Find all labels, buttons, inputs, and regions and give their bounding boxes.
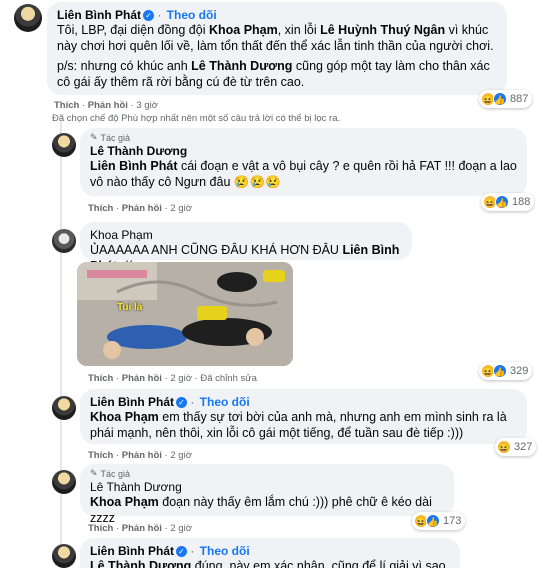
separator-dot: · <box>187 544 198 558</box>
mention-link[interactable]: Khoa Phạm <box>209 23 278 37</box>
like-button[interactable]: Thích <box>54 100 79 111</box>
comment-author[interactable]: Khoa Phạm <box>90 228 402 242</box>
author-badge: ✎ Tác giả <box>90 132 131 143</box>
comment-actions: Thích · Phản hồi · 2 giờ <box>88 203 192 214</box>
timestamp[interactable]: 2 giờ <box>170 373 192 384</box>
reaction-count[interactable]: 😆 327 <box>495 438 537 456</box>
mention-link[interactable]: Khoa Phạm <box>90 410 159 424</box>
timestamp[interactable]: 2 giờ <box>170 523 192 534</box>
comment-text: Khoa Phạm đoạn này thấy êm lắm chú :))) … <box>90 495 432 525</box>
comment-bubble: Liên Bình Phát ✓ · Theo dõi Khoa Phạm em… <box>80 389 527 444</box>
comment-bubble: Liên Bình Phát ✓ · Theo dõi Tôi, LBP, đạ… <box>47 2 507 95</box>
reaction-count[interactable]: 😆 👍 887 <box>479 90 533 108</box>
comment-actions: Thích · Phản hồi · 3 giờ <box>54 100 158 111</box>
comment-author[interactable]: Liên Bình Phát <box>90 395 174 409</box>
follow-button[interactable]: Theo dõi <box>167 8 217 22</box>
comment-author[interactable]: Liên Bình Phát <box>90 544 174 558</box>
comment-text: Liên Bình Phát cái đoạn e vật a vô bụi c… <box>90 159 517 189</box>
pencil-icon: ✎ <box>90 468 98 478</box>
comment-author[interactable]: Liên Bình Phát <box>57 8 141 22</box>
reply-button[interactable]: Phản hồi <box>88 100 128 111</box>
pencil-icon: ✎ <box>90 132 98 142</box>
reaction-count[interactable]: 😆 👍 329 <box>479 362 533 380</box>
mention-link[interactable]: Lê Thành Dương <box>90 559 191 568</box>
verified-icon: ✓ <box>176 396 187 408</box>
like-button[interactable]: Thích <box>88 373 113 384</box>
mention-link[interactable]: Lê Thành Dương <box>191 59 292 73</box>
like-icon: 👍 <box>493 92 507 106</box>
separator-dot: · <box>187 395 198 409</box>
filter-note: Đã chọn chế độ Phù hợp nhất nên một số c… <box>52 113 341 124</box>
author-badge: ✎ Tác giả <box>90 468 131 479</box>
reply-button[interactable]: Phản hồi <box>122 373 162 384</box>
comment-text: Lê Thành Dương đúng, này em xác nhận, cũ… <box>90 558 450 568</box>
timestamp[interactable]: 2 giờ <box>170 203 192 214</box>
comment-actions: Thích · Phản hồi · 2 giờ · Đã chỉnh sửa <box>88 373 257 384</box>
reaction-count[interactable]: 😆 👍 173 <box>412 512 466 530</box>
reply-button[interactable]: Phản hồi <box>122 523 162 534</box>
comment-photo[interactable]: Tui là <box>77 262 293 366</box>
edited-label: Đã chỉnh sửa <box>200 373 257 384</box>
reply-thread-line <box>60 120 62 568</box>
reply-button[interactable]: Phản hồi <box>122 203 162 214</box>
avatar[interactable] <box>52 133 76 157</box>
comment-actions: Thích · Phản hồi · 2 giờ <box>88 450 192 461</box>
like-icon: 👍 <box>493 364 507 378</box>
timestamp[interactable]: 2 giờ <box>170 450 192 461</box>
photo-caption: Tui là <box>117 302 143 313</box>
mention-link[interactable]: Khoa Phạm <box>90 495 159 509</box>
comment-bubble: ✎ Tác giả Lê Thành Dương Liên Bình Phát c… <box>80 128 527 196</box>
mention-link[interactable]: Lê Huỳnh Thuý Ngân <box>320 23 445 37</box>
like-button[interactable]: Thích <box>88 450 113 461</box>
photo-image <box>77 262 293 366</box>
avatar[interactable] <box>52 396 76 420</box>
avatar[interactable] <box>52 544 76 568</box>
timestamp[interactable]: 3 giờ <box>136 100 158 111</box>
reaction-count[interactable]: 😆 👍 188 <box>481 193 535 211</box>
avatar[interactable] <box>52 470 76 494</box>
comment-bubble: Liên Bình Phát ✓ · Theo dõi Lê Thành Dươ… <box>80 538 460 568</box>
comment-author[interactable]: Lê Thành Dương <box>90 144 517 158</box>
mention-link[interactable]: Liên Bình Phát <box>90 159 178 173</box>
like-button[interactable]: Thích <box>88 203 113 214</box>
comment-text: Tôi, LBP, đại diện đồng đội Khoa Phạm, x… <box>57 23 494 53</box>
comment-text: Khoa Phạm em thấy sự tơi bời của anh mà,… <box>90 410 507 440</box>
like-button[interactable]: Thích <box>88 523 113 534</box>
avatar[interactable] <box>52 229 76 253</box>
separator-dot: · <box>154 8 165 22</box>
follow-button[interactable]: Theo dõi <box>200 544 250 558</box>
comment-bubble: ✎ Tác giả Lê Thành Dương Khoa Phạm đoạn n… <box>80 464 454 525</box>
comment-text: p/s: nhưng có khúc anh Lê Thành Dương cũ… <box>57 59 490 89</box>
comment-bubble: Khoa Phạm ỦAAAAAA ANH CŨNG ĐÂU KHÁ HƠN Đ… <box>80 222 412 273</box>
comment-author[interactable]: Lê Thành Dương <box>90 480 444 494</box>
haha-icon: 😆 <box>497 440 511 454</box>
avatar[interactable] <box>14 4 42 32</box>
comment-actions: Thích · Phản hồi · 2 giờ <box>88 523 192 534</box>
verified-icon: ✓ <box>143 9 154 21</box>
verified-icon: ✓ <box>176 545 187 557</box>
follow-button[interactable]: Theo dõi <box>200 395 250 409</box>
reply-button[interactable]: Phản hồi <box>122 450 162 461</box>
like-icon: 👍 <box>426 514 440 528</box>
like-icon: 👍 <box>495 195 509 209</box>
